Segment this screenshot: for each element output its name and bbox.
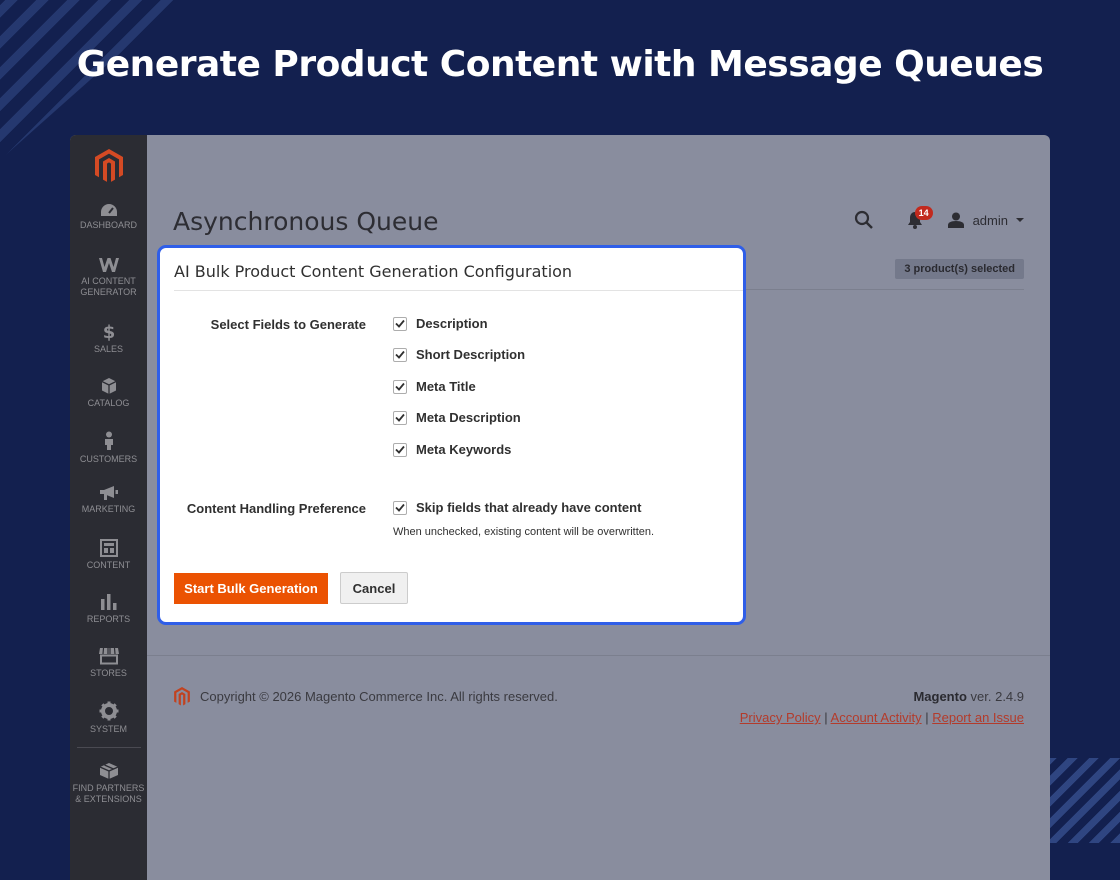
checkbox-label: Meta Description: [416, 410, 521, 425]
checkbox-label: Meta Title: [416, 379, 476, 394]
check-icon: [395, 503, 405, 512]
sidebar-item-label: MARKETING: [81, 504, 136, 514]
fields-label: Select Fields to Generate: [210, 317, 366, 332]
sidebar-item-label: STORES: [90, 668, 127, 678]
admin-user-menu[interactable]: admin: [947, 212, 1024, 228]
footer-brand: Magento: [913, 689, 967, 704]
footer-copyright: Copyright © 2026 Magento Commerce Inc. A…: [200, 689, 558, 704]
magento-logo[interactable]: [70, 135, 147, 197]
sidebar-item-sales[interactable]: $ SALES: [70, 317, 147, 371]
start-bulk-generation-button[interactable]: Start Bulk Generation: [174, 573, 328, 604]
sidebar-item-label: SYSTEM: [89, 724, 127, 734]
layout-icon: [99, 539, 118, 557]
sidebar-item-stores[interactable]: STORES: [70, 641, 147, 695]
report-issue-link[interactable]: Report an Issue: [932, 710, 1024, 725]
checkbox-label: Skip fields that already have content: [416, 500, 642, 515]
overwrite-note: When unchecked, existing content will be…: [393, 526, 655, 538]
checkbox-meta-title[interactable]: Meta Title: [393, 379, 476, 394]
check-icon: [395, 413, 405, 422]
sidebar-item-label: DASHBOARD: [79, 220, 137, 230]
box-icon: [101, 378, 116, 394]
global-search-button[interactable]: [849, 205, 879, 235]
megaphone-icon: [99, 486, 118, 500]
footer-divider: [147, 655, 1050, 656]
checkbox-box[interactable]: [393, 410, 407, 425]
checkbox-meta-description[interactable]: Meta Description: [393, 410, 521, 425]
checkbox-skip-existing[interactable]: Skip fields that already have content: [393, 500, 641, 515]
check-icon: [395, 382, 405, 391]
checkbox-meta-keywords[interactable]: Meta Keywords: [393, 442, 511, 457]
sidebar-item-label: CATALOG: [87, 398, 130, 408]
checkbox-short-description[interactable]: Short Description: [393, 347, 525, 362]
user-icon: [947, 212, 964, 228]
decorative-stripes-bottom-right: [1045, 758, 1120, 843]
sidebar-item-label: FIND PARTNERS & EXTENSIONS: [72, 783, 145, 804]
bulk-generation-modal: AI Bulk Product Content Generation Confi…: [157, 245, 746, 625]
checkbox-box[interactable]: [393, 500, 407, 515]
sidebar-item-label: CUSTOMERS: [79, 454, 138, 464]
magento-logo-icon: [94, 149, 123, 182]
magento-logo-icon: [174, 686, 190, 706]
admin-username: admin: [972, 212, 1008, 228]
dashboard-icon: [100, 204, 117, 216]
sidebar-item-find-partners[interactable]: FIND PARTNERS & EXTENSIONS: [70, 756, 147, 810]
privacy-policy-link[interactable]: Privacy Policy: [740, 710, 821, 725]
selected-products-badge: 3 product(s) selected: [895, 259, 1024, 279]
hero-title: Generate Product Content with Message Qu…: [76, 44, 1044, 85]
dollar-icon: $: [102, 323, 115, 341]
checkbox-box[interactable]: [393, 379, 407, 394]
checkbox-box[interactable]: [393, 347, 407, 362]
modal-title: AI Bulk Product Content Generation Confi…: [174, 262, 573, 281]
footer-version: Magento ver. 2.4.9: [913, 689, 1024, 704]
sidebar-item-customers[interactable]: CUSTOMERS: [70, 425, 147, 479]
checkbox-label: Short Description: [416, 347, 526, 362]
sidebar-item-dashboard[interactable]: DASHBOARD: [70, 197, 147, 251]
header-actions: 14 admin: [849, 205, 1024, 235]
checkbox-box[interactable]: [393, 316, 407, 331]
sidebar-item-label: AI CONTENT GENERATOR: [80, 276, 137, 297]
check-icon: [395, 445, 405, 454]
caret-down-icon: [1016, 218, 1024, 222]
sidebar-item-label: CONTENT: [86, 560, 131, 570]
handling-label: Content Handling Preference: [186, 501, 366, 516]
sidebar-item-content[interactable]: CONTENT: [70, 533, 147, 587]
footer-version-number: ver. 2.4.9: [966, 689, 1024, 704]
store-icon: [98, 647, 119, 665]
check-icon: [395, 319, 405, 328]
footer-links: Privacy Policy | Account Activity | Repo…: [740, 710, 1024, 725]
gear-icon: [99, 701, 118, 721]
sidebar-item-catalog[interactable]: CATALOG: [70, 371, 147, 425]
checkbox-description[interactable]: Description: [393, 316, 488, 331]
sidebar-item-label: REPORTS: [86, 614, 131, 624]
notification-count-badge: 14: [914, 206, 933, 220]
admin-sidebar: DASHBOARD AI CONTENT GENERATOR $ SALES C…: [70, 135, 147, 880]
notifications-button[interactable]: 14: [901, 205, 933, 235]
check-icon: [395, 350, 405, 359]
sidebar-item-ai-content-generator[interactable]: AI CONTENT GENERATOR: [70, 251, 147, 317]
checkbox-box[interactable]: [393, 442, 407, 457]
page-title: Asynchronous Queue: [173, 207, 439, 236]
sidebar-item-label: SALES: [93, 344, 124, 354]
person-icon: [104, 431, 113, 450]
checkbox-label: Meta Keywords: [416, 442, 512, 457]
account-activity-link[interactable]: Account Activity: [831, 710, 922, 725]
footer-magento-logo: [173, 686, 191, 712]
extensions-icon: [99, 763, 118, 779]
svg-text:$: $: [102, 323, 115, 341]
bar-chart-icon: [100, 594, 116, 610]
sidebar-item-marketing[interactable]: MARKETING: [70, 479, 147, 533]
sidebar-divider: [76, 747, 141, 748]
sidebar-item-system[interactable]: SYSTEM: [70, 695, 147, 749]
search-icon: [854, 210, 873, 229]
cancel-button[interactable]: Cancel: [340, 572, 408, 604]
checkbox-label: Description: [416, 316, 488, 331]
sidebar-item-reports[interactable]: REPORTS: [70, 587, 147, 641]
ai-content-icon: [98, 258, 119, 272]
modal-divider: [174, 290, 743, 291]
